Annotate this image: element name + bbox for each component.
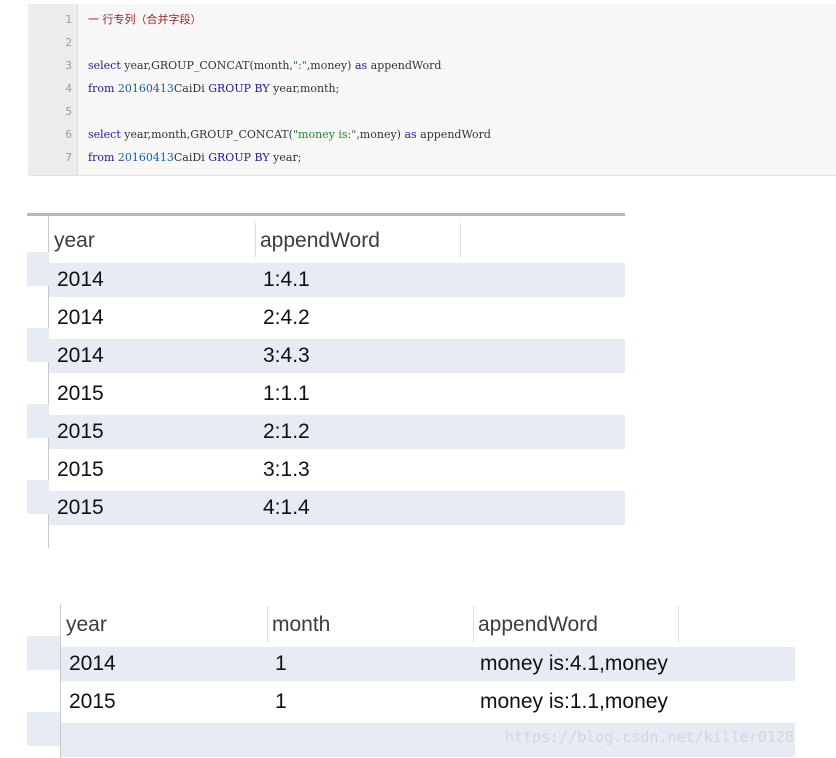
cell-year[interactable]: 2014 bbox=[57, 263, 104, 297]
cell-month[interactable]: 1 bbox=[275, 647, 287, 681]
code-text: from 20160413CaiDi GROUP BY year,month; bbox=[88, 82, 340, 95]
row-selector[interactable] bbox=[27, 404, 49, 438]
column-header-appendword[interactable]: appendWord bbox=[260, 229, 380, 253]
cell-year[interactable]: 2015 bbox=[69, 685, 116, 719]
line-number: 4 bbox=[65, 82, 72, 95]
watermark-text: https://blog.csdn.net/killer0128 bbox=[505, 728, 794, 746]
sql-editor[interactable]: 1 一 行专列（合并字段） 2 3 select year,GROUP_CONC… bbox=[28, 4, 836, 176]
row-selector[interactable] bbox=[27, 480, 49, 514]
column-header-month[interactable]: month bbox=[272, 613, 330, 637]
cell-year[interactable]: 2015 bbox=[57, 491, 104, 525]
cell-year[interactable]: 2014 bbox=[69, 647, 116, 681]
code-line-3[interactable]: 3 select year,GROUP_CONCAT(month,":",mon… bbox=[28, 54, 836, 77]
code-text: select year,month,GROUP_CONCAT("money is… bbox=[88, 128, 491, 141]
cell-appendword[interactable]: 3:4.3 bbox=[263, 339, 310, 373]
code-line-7[interactable]: 7 from 20160413CaiDi GROUP BY year; bbox=[28, 146, 836, 169]
code-line-1[interactable]: 1 一 行专列（合并字段） bbox=[28, 8, 836, 31]
grid-top-border bbox=[27, 213, 625, 216]
cell-appendword[interactable]: 1:1.1 bbox=[263, 377, 310, 411]
row-selector[interactable] bbox=[27, 636, 60, 670]
code-line-2[interactable]: 2 bbox=[28, 31, 836, 54]
line-number: 2 bbox=[65, 36, 72, 49]
cell-appendword[interactable]: 2:1.2 bbox=[263, 415, 310, 449]
cell-appendword[interactable]: money is:4.1,money is:4.2,money is:4.3 bbox=[480, 647, 673, 681]
cell-appendword[interactable]: 2:4.2 bbox=[263, 301, 310, 335]
cell-month[interactable]: 1 bbox=[275, 685, 287, 719]
cell-year[interactable]: 2015 bbox=[57, 377, 104, 411]
cell-year[interactable]: 2014 bbox=[57, 301, 104, 335]
code-comment: 一 行专列（合并字段） bbox=[88, 13, 202, 26]
column-header-year[interactable]: year bbox=[54, 229, 95, 253]
code-line-4[interactable]: 4 from 20160413CaiDi GROUP BY year,month… bbox=[28, 77, 836, 100]
row-selector[interactable] bbox=[27, 328, 49, 362]
table-row[interactable]: 2014 3:4.3 bbox=[49, 339, 625, 373]
code-text: from 20160413CaiDi GROUP BY year; bbox=[88, 151, 302, 164]
line-number: 3 bbox=[65, 59, 72, 72]
column-resize-handle[interactable] bbox=[255, 223, 256, 257]
column-header-year[interactable]: year bbox=[66, 613, 107, 637]
cell-appendword[interactable]: 1:4.1 bbox=[263, 263, 310, 297]
table-row[interactable]: 2015 3:1.3 bbox=[49, 453, 625, 487]
table-row[interactable]: 2014 1:4.1 bbox=[49, 263, 625, 297]
code-line-6[interactable]: 6 select year,month,GROUP_CONCAT("money … bbox=[28, 123, 836, 146]
line-number: 5 bbox=[65, 105, 72, 118]
column-header-appendword[interactable]: appendWord bbox=[478, 613, 598, 637]
cell-year[interactable]: 2014 bbox=[57, 339, 104, 373]
table-row[interactable]: 2015 4:1.4 bbox=[49, 491, 625, 525]
table-row[interactable]: 2015 1:1.1 bbox=[49, 377, 625, 411]
cell-appendword[interactable]: money is:1.1,money is:1.2,money is:1.3,m… bbox=[480, 685, 673, 719]
line-number: 6 bbox=[65, 128, 72, 141]
table-row[interactable]: 2015 1 money is:1.1,money is:1.2,money i… bbox=[61, 685, 795, 719]
row-selector[interactable] bbox=[27, 252, 49, 286]
line-number: 7 bbox=[65, 151, 72, 164]
table-row[interactable]: 2015 2:1.2 bbox=[49, 415, 625, 449]
row-selector[interactable] bbox=[27, 712, 60, 746]
column-resize-handle[interactable] bbox=[460, 223, 461, 257]
column-resize-handle[interactable] bbox=[473, 606, 474, 642]
column-resize-handle[interactable] bbox=[267, 606, 268, 642]
result-grid-1[interactable]: year appendWord 2014 1:4.1 2014 2:4.2 20… bbox=[27, 213, 625, 548]
code-text: select year,GROUP_CONCAT(month,":",money… bbox=[88, 59, 442, 72]
cell-year[interactable]: 2015 bbox=[57, 415, 104, 449]
cell-appendword[interactable]: 4:1.4 bbox=[263, 491, 310, 525]
table-row[interactable]: 2014 2:4.2 bbox=[49, 301, 625, 335]
line-number: 1 bbox=[65, 13, 72, 26]
cell-appendword[interactable]: 3:1.3 bbox=[263, 453, 310, 487]
table-row[interactable]: 2014 1 money is:4.1,money is:4.2,money i… bbox=[61, 647, 795, 681]
code-line-5[interactable]: 5 bbox=[28, 100, 836, 123]
cell-year[interactable]: 2015 bbox=[57, 453, 104, 487]
column-resize-handle[interactable] bbox=[678, 606, 679, 642]
